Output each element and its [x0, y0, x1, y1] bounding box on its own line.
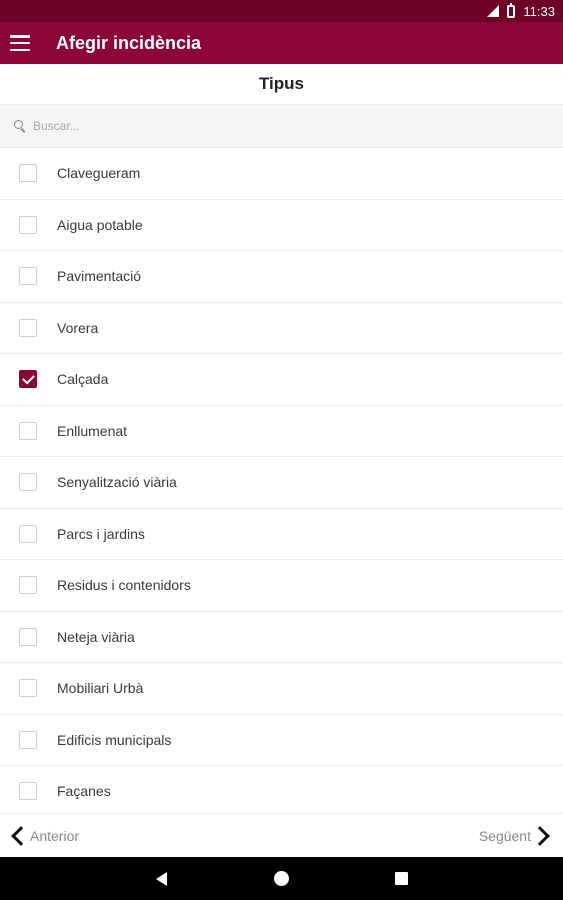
type-list-item[interactable]: Residus i contenidors: [0, 560, 563, 612]
checkbox-checked[interactable]: [19, 370, 37, 389]
search-icon: [14, 119, 27, 133]
type-list-item[interactable]: Neteja viària: [0, 612, 563, 663]
type-list-item[interactable]: Vorera: [0, 303, 563, 354]
type-label: Edificis municipals: [57, 731, 172, 748]
checkbox[interactable]: [19, 627, 37, 646]
type-label: Clavegueram: [57, 165, 141, 182]
previous-label: Anterior: [30, 827, 80, 844]
type-list-item[interactable]: Edificis municipals: [0, 715, 563, 766]
previous-button[interactable]: Anterior: [10, 825, 80, 846]
nav-footer: Anterior Següent: [0, 813, 563, 857]
next-label: Següent: [478, 827, 531, 844]
status-time: 11:33: [523, 3, 555, 19]
checkbox[interactable]: [19, 164, 37, 183]
type-list-item[interactable]: Senyalització viària: [0, 457, 563, 509]
type-label: Residus i contenidors: [57, 577, 191, 594]
type-list-item[interactable]: Mobiliari Urbà: [0, 663, 563, 715]
type-list-item[interactable]: Aigua potable: [0, 200, 563, 251]
android-nav-bar: [0, 857, 563, 900]
type-list-item[interactable]: Parcs i jardins: [0, 509, 563, 560]
type-list: Clavegueram Aigua potable Pavimentació Vore…: [0, 148, 563, 813]
chevron-right-icon: [530, 825, 550, 846]
checkbox[interactable]: [19, 318, 37, 337]
type-label: Senyalització viària: [57, 474, 177, 491]
status-bar: 11:33: [0, 0, 563, 22]
chevron-left-icon: [11, 825, 31, 846]
checkbox[interactable]: [19, 730, 37, 749]
type-label: Neteja viària: [57, 628, 135, 645]
app-bar: Afegir incidència: [0, 22, 563, 64]
checkbox[interactable]: [19, 782, 37, 801]
checkbox[interactable]: [19, 421, 37, 440]
type-label: Parcs i jardins: [57, 525, 145, 542]
type-label: Vorera: [57, 319, 99, 336]
signal-icon: [487, 5, 500, 17]
checkbox[interactable]: [19, 679, 37, 698]
checkbox[interactable]: [19, 576, 37, 595]
type-label: Façanes: [57, 783, 111, 800]
home-icon[interactable]: [222, 871, 342, 886]
checkbox[interactable]: [19, 267, 37, 286]
type-list-item[interactable]: Façanes: [0, 766, 563, 813]
next-button[interactable]: Següent: [478, 825, 551, 846]
search-bar: [0, 105, 563, 148]
back-icon[interactable]: [102, 871, 222, 886]
type-label: Pavimentació: [57, 268, 142, 285]
type-list-item[interactable]: Enllumenat: [0, 406, 563, 457]
type-list-item[interactable]: Pavimentació: [0, 251, 563, 303]
type-label: Enllumenat: [57, 422, 128, 439]
checkbox[interactable]: [19, 524, 37, 543]
checkbox[interactable]: [19, 473, 37, 492]
type-list-item[interactable]: Clavegueram: [0, 148, 563, 200]
search-input[interactable]: [33, 119, 533, 133]
section-title: Tipus: [0, 64, 563, 105]
battery-icon: [507, 2, 516, 18]
recents-icon[interactable]: [342, 872, 462, 885]
hamburger-menu-icon[interactable]: [10, 35, 30, 51]
checkbox[interactable]: [19, 215, 37, 234]
app-title: Afegir incidència: [56, 32, 202, 53]
type-label: Calçada: [57, 371, 109, 388]
type-list-item[interactable]: Calçada: [0, 354, 563, 406]
type-label: Aigua potable: [57, 216, 143, 233]
type-label: Mobiliari Urbà: [57, 680, 144, 697]
